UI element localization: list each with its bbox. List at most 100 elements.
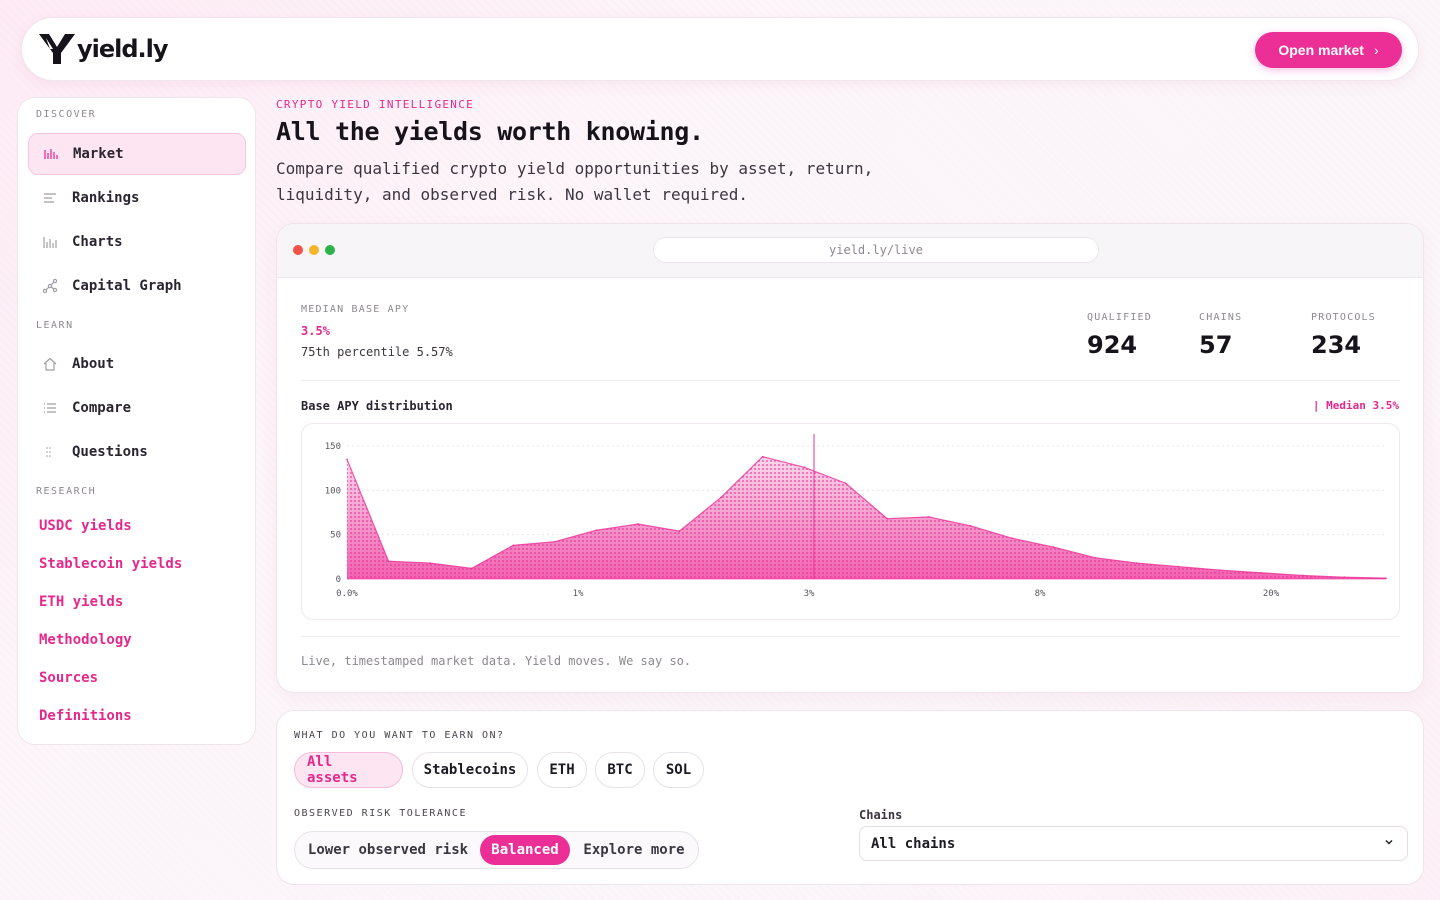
- open-market-label: Open market: [1278, 42, 1364, 58]
- x-tick-label: 0.0%: [336, 589, 358, 599]
- risk-option-explore[interactable]: Explore more: [574, 835, 694, 865]
- sidebar-item-compare[interactable]: Compare: [28, 387, 246, 429]
- research-link-eth[interactable]: ETH yields: [39, 594, 123, 610]
- risk-tolerance-toggle: Lower observed risk Balanced Explore mor…: [294, 831, 699, 869]
- sidebar-section-research: RESEARCH: [36, 486, 97, 497]
- distribution-title: Base APY distribution: [301, 399, 453, 413]
- sidebar-item-market[interactable]: Market: [28, 133, 246, 175]
- sidebar-item-capital-graph[interactable]: Capital Graph: [28, 265, 246, 307]
- distribution-point: [346, 458, 348, 461]
- distribution-point: [886, 517, 889, 520]
- apy-distribution-chart: 0 50 100 150 0.0% 1% 3% 8% 20%: [301, 423, 1400, 620]
- sidebar: DISCOVER Market Rankings Charts Capital …: [17, 97, 256, 745]
- stat-chains-label: CHAINS: [1199, 312, 1243, 323]
- sidebar-item-rankings[interactable]: Rankings: [28, 177, 246, 219]
- asset-chip-btc[interactable]: BTC: [595, 752, 645, 788]
- stat-protocols-label: PROTOCOLS: [1311, 312, 1376, 323]
- asset-chip-all[interactable]: All assets: [294, 752, 403, 788]
- x-tick-label: 1%: [573, 589, 584, 599]
- url-bar[interactable]: yield.ly/live: [653, 237, 1099, 263]
- footnote: Live, timestamped market data. Yield mov…: [301, 654, 692, 668]
- logo[interactable]: yield.ly: [37, 31, 169, 67]
- list-compare-icon: [42, 400, 58, 416]
- page-title: All the yields worth knowing.: [276, 117, 704, 146]
- chart-svg: 0 50 100 150 0.0% 1% 3% 8% 20%: [325, 434, 1387, 599]
- stat-qualified-label: QUALIFIED: [1087, 312, 1152, 323]
- research-link-sources[interactable]: Sources: [39, 670, 98, 686]
- divider: [301, 380, 1400, 381]
- stat-protocols-value: 234: [1311, 331, 1362, 359]
- sidebar-section-discover: DISCOVER: [36, 109, 97, 120]
- chains-select[interactable]: All chains: [859, 826, 1408, 861]
- maximize-dot-icon: [325, 245, 335, 255]
- risk-option-lower[interactable]: Lower observed risk: [298, 835, 478, 865]
- y-tick-label: 100: [325, 486, 341, 496]
- distribution-point: [595, 529, 598, 532]
- sidebar-item-label: Compare: [72, 400, 132, 416]
- asset-chip-eth[interactable]: ETH: [537, 752, 587, 788]
- top-bar: yield.ly Open market ›: [21, 17, 1419, 81]
- hero-subtitle: Compare qualified crypto yield opportuni…: [276, 159, 874, 204]
- risk-option-balanced[interactable]: Balanced: [480, 835, 570, 865]
- median-apy-label: MEDIAN BASE APY: [301, 304, 410, 315]
- x-tick-label: 3%: [804, 589, 815, 599]
- chains-label: Chains: [859, 808, 903, 822]
- filters-card: WHAT DO YOU WANT TO EARN ON? All assets …: [276, 710, 1424, 885]
- asset-chip-sol[interactable]: SOL: [653, 752, 704, 788]
- research-link-definitions[interactable]: Definitions: [39, 708, 132, 724]
- distribution-point: [429, 562, 431, 564]
- graph-icon: [42, 278, 58, 294]
- distribution-point: [1177, 565, 1179, 568]
- chart-icon: [42, 234, 58, 250]
- grid-icon: [42, 444, 58, 460]
- divider: [301, 636, 1400, 637]
- distribution-area-texture: [347, 456, 1386, 579]
- percentile-75: 75th percentile 5.57%: [301, 345, 453, 359]
- hero-eyebrow: CRYPTO YIELD INTELLIGENCE: [276, 98, 475, 111]
- distribution-point: [1343, 576, 1346, 579]
- distribution-point: [1011, 537, 1013, 540]
- sidebar-item-questions[interactable]: Questions: [28, 431, 246, 473]
- sidebar-item-about[interactable]: About: [28, 343, 246, 385]
- home-icon: [42, 356, 58, 372]
- y-tick-label: 150: [325, 442, 341, 452]
- distribution-point: [1302, 574, 1304, 577]
- distribution-point: [720, 496, 722, 499]
- x-tick-label: 20%: [1263, 589, 1280, 599]
- distribution-point: [928, 516, 930, 518]
- open-market-button[interactable]: Open market ›: [1255, 32, 1402, 68]
- research-link-methodology[interactable]: Methodology: [39, 632, 132, 648]
- asset-chip-stablecoins[interactable]: Stablecoins: [412, 752, 528, 788]
- y-tick-label: 50: [330, 531, 341, 541]
- list-icon: [42, 190, 58, 206]
- sidebar-section-learn: LEARN: [36, 320, 74, 331]
- close-dot-icon: [293, 245, 303, 255]
- distribution-point: [637, 523, 639, 525]
- research-link-usdc[interactable]: USDC yields: [39, 518, 132, 534]
- minimize-dot-icon: [309, 245, 319, 255]
- sidebar-item-label: Questions: [72, 444, 148, 460]
- sidebar-item-label: Rankings: [72, 190, 140, 206]
- browser-bar: yield.ly/live: [277, 224, 1423, 278]
- stat-chains-value: 57: [1199, 331, 1233, 359]
- distribution-point: [512, 544, 515, 547]
- earn-on-label: WHAT DO YOU WANT TO EARN ON?: [294, 730, 505, 741]
- distribution-point: [1260, 571, 1263, 574]
- distribution-point: [761, 455, 764, 458]
- sidebar-item-label: About: [72, 356, 115, 372]
- risk-tolerance-label: OBSERVED RISK TOLERANCE: [294, 808, 467, 819]
- distribution-point: [387, 560, 390, 563]
- bar-chart-icon: [43, 146, 59, 162]
- distribution-point: [844, 482, 847, 485]
- distribution-point: [1094, 556, 1096, 559]
- live-market-card: yield.ly/live MEDIAN BASE APY 3.5% 75th …: [276, 223, 1424, 693]
- distribution-point: [470, 567, 473, 570]
- distribution-point: [803, 466, 805, 469]
- sidebar-item-charts[interactable]: Charts: [28, 221, 246, 263]
- distribution-point: [1135, 562, 1138, 564]
- brand-name: yield.ly: [77, 35, 169, 63]
- sidebar-item-label: Charts: [72, 234, 123, 250]
- sidebar-item-label: Capital Graph: [72, 278, 182, 294]
- research-link-stablecoin[interactable]: Stablecoin yields: [39, 556, 182, 572]
- chevron-down-icon: [1385, 840, 1393, 845]
